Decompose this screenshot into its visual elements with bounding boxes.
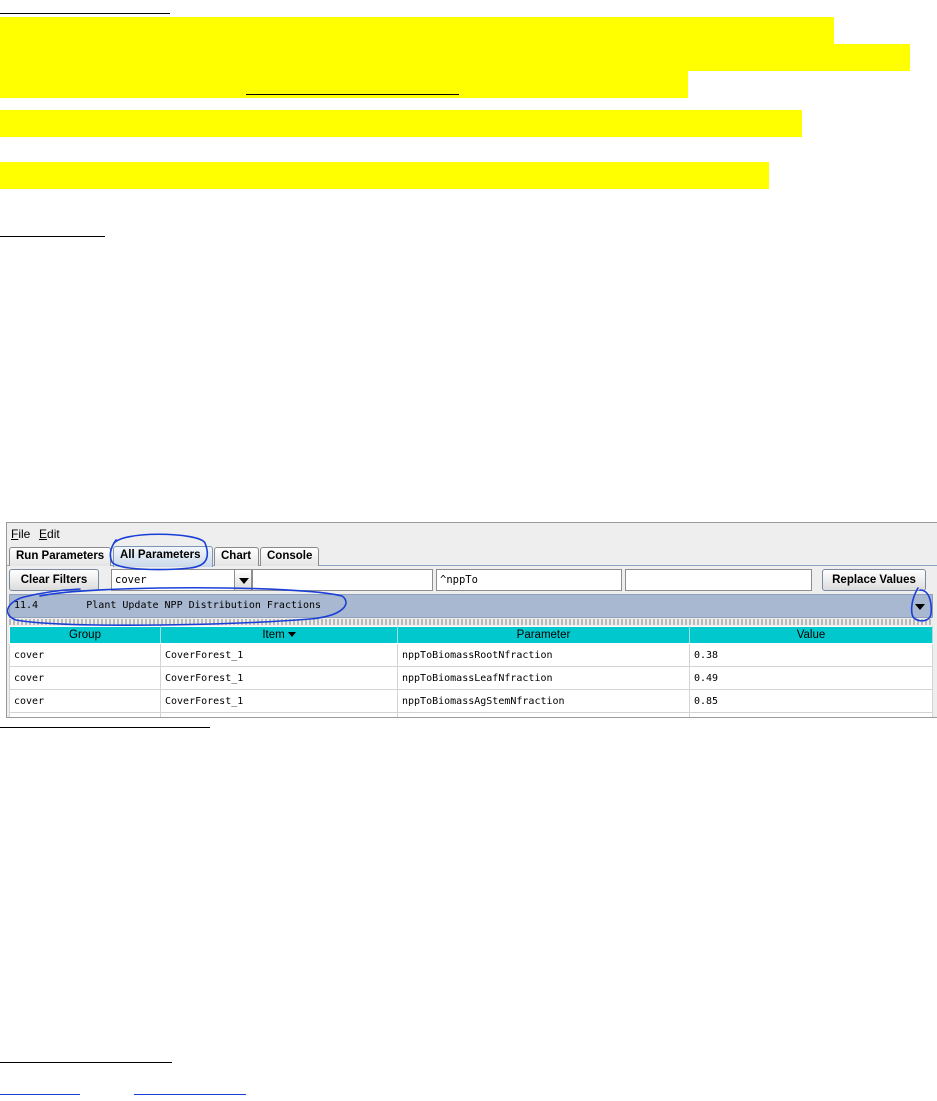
cell-group[interactable]: cover	[9, 666, 161, 690]
cell-parameter[interactable]	[397, 712, 690, 717]
heading-underline-1	[0, 13, 170, 14]
parameter-filter-input[interactable]	[436, 569, 622, 591]
filter-bar: Clear Filters Replace Values	[7, 567, 937, 593]
tab-run-parameters[interactable]: Run Parameters	[9, 547, 111, 566]
cell-group[interactable]: cover	[9, 689, 161, 713]
heading-underline-3	[0, 727, 210, 728]
cell-group[interactable]: cover	[9, 643, 161, 667]
sort-descending-icon	[287, 632, 296, 638]
group-filter-dropdown-icon[interactable]	[234, 569, 252, 591]
link-underline-2[interactable]	[134, 1094, 246, 1095]
menu-bar: File Edit	[7, 523, 937, 545]
highlight-link-underline[interactable]	[246, 94, 459, 95]
column-header-group[interactable]: Group	[9, 626, 161, 644]
split-divider-handle[interactable]	[9, 619, 933, 625]
column-header-item[interactable]: Item	[160, 626, 398, 644]
value-filter-input[interactable]	[625, 569, 812, 591]
cell-value[interactable]: 0.85	[689, 689, 933, 713]
cell-value[interactable]: 0.49	[689, 666, 933, 690]
menu-file[interactable]: File	[11, 527, 30, 541]
tab-all-parameters[interactable]: All Parameters	[113, 546, 213, 567]
cell-value[interactable]	[689, 712, 933, 717]
column-header-parameter[interactable]: Parameter	[397, 626, 690, 644]
table-header-row: Group Item Parameter Value	[9, 626, 933, 644]
tab-bar: Run Parameters All Parameters Chart Cons…	[7, 546, 937, 567]
group-filter-combo[interactable]	[111, 569, 235, 591]
cell-parameter[interactable]: nppToBiomassLeafNfraction	[397, 666, 690, 690]
heading-underline-2	[0, 236, 105, 237]
cell-item[interactable]: CoverForest_1	[160, 689, 398, 713]
replace-values-button[interactable]: Replace Values	[822, 569, 926, 591]
table-row[interactable]: cover CoverForest_1 nppToBiomassAgStemNf…	[9, 689, 933, 713]
cell-parameter[interactable]: nppToBiomassRootNfraction	[397, 643, 690, 667]
cell-parameter[interactable]: nppToBiomassAgStemNfraction	[397, 689, 690, 713]
cell-item[interactable]	[160, 712, 398, 717]
item-filter-input[interactable]	[252, 569, 433, 591]
table-row[interactable]: cover CoverForest_1 nppToBiomassRootNfra…	[9, 643, 933, 667]
highlight-line-1	[0, 17, 834, 44]
cell-group[interactable]	[9, 712, 161, 717]
section-selector[interactable]: 11.4 Plant Update NPP Distribution Fract…	[9, 594, 933, 618]
cell-value[interactable]: 0.38	[689, 643, 933, 667]
highlight-line-4	[0, 110, 802, 137]
menu-edit[interactable]: Edit	[39, 527, 60, 541]
highlight-line-2	[0, 44, 910, 71]
table-row[interactable]: cover CoverForest_1 nppToBiomassLeafNfra…	[9, 666, 933, 690]
tab-console[interactable]: Console	[260, 547, 319, 566]
heading-underline-4	[0, 1062, 172, 1063]
column-header-value[interactable]: Value	[689, 626, 933, 644]
tab-chart[interactable]: Chart	[214, 547, 259, 566]
highlight-line-5	[0, 162, 769, 189]
cell-item[interactable]: CoverForest_1	[160, 643, 398, 667]
chevron-down-icon[interactable]	[912, 598, 928, 614]
table-row[interactable]	[9, 712, 933, 717]
section-label: 11.4 Plant Update NPP Distribution Fract…	[14, 600, 322, 611]
parameters-table: Group Item Parameter Value cover CoverFo…	[9, 626, 933, 717]
app-window: File Edit Run Parameters All Parameters …	[6, 522, 937, 718]
link-underline-1[interactable]	[0, 1094, 80, 1095]
clear-filters-button[interactable]: Clear Filters	[9, 569, 99, 591]
cell-item[interactable]: CoverForest_1	[160, 666, 398, 690]
